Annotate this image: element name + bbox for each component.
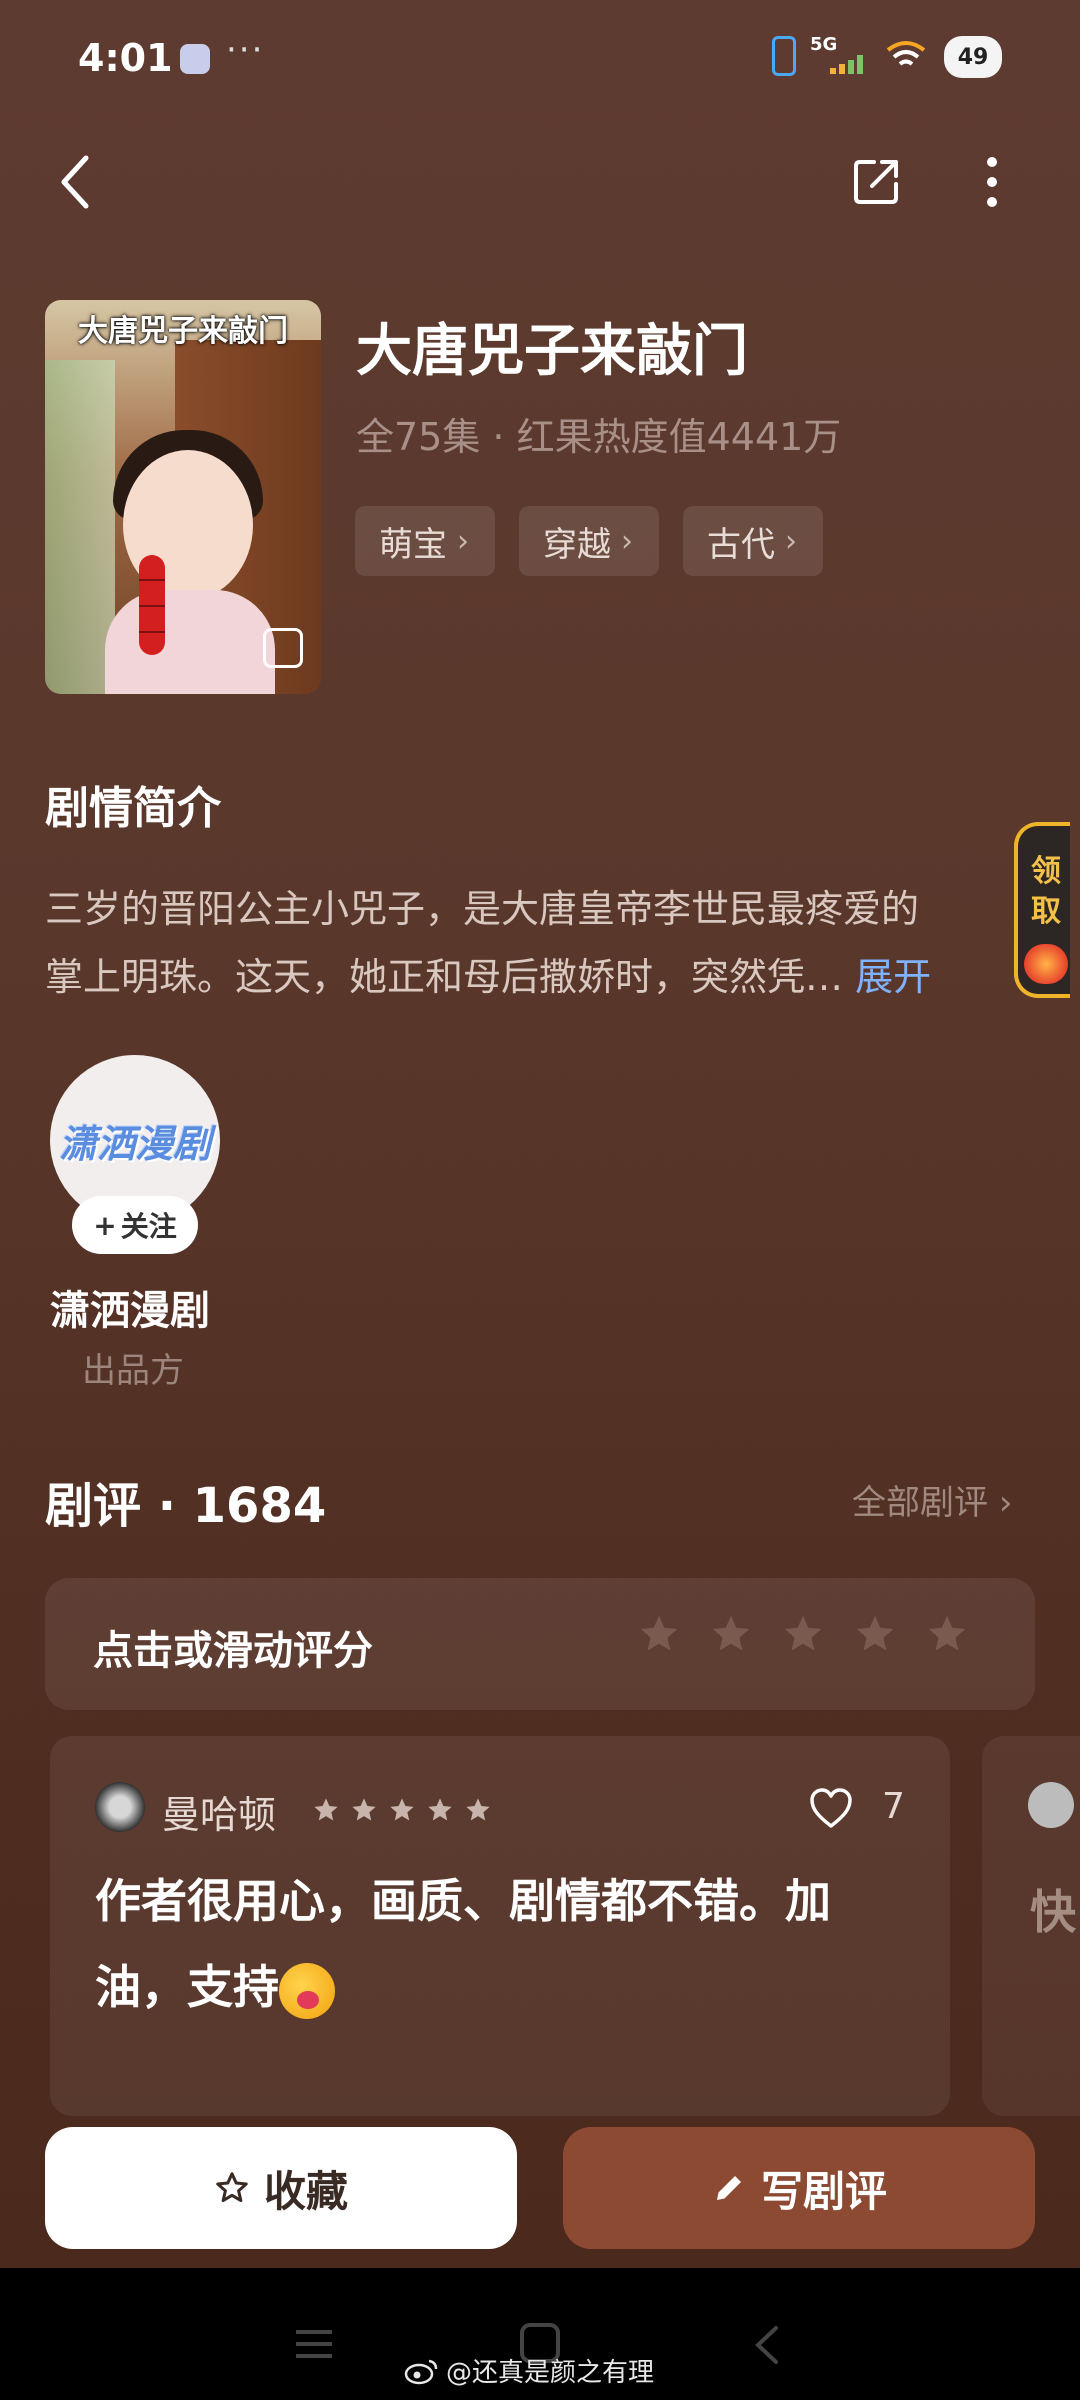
more-notifications-icon: ··· <box>226 30 265 70</box>
review-partial-text: 快 <box>1030 1885 1076 1939</box>
reviews-heading: 剧评 · 1684 <box>45 1478 327 1534</box>
drama-cover-image[interactable]: 大唐兕子来敲门 <box>45 300 321 694</box>
synopsis-text: 三岁的晋阳公主小兕子，是大唐皇帝李世民最疼爱的 掌上明珠。这天，她正和母后撒娇时… <box>45 875 1025 1011</box>
drama-title: 大唐兕子来敲门 <box>356 319 748 384</box>
synopsis-heading: 剧情简介 <box>45 783 221 834</box>
write-review-label: 写剧评 <box>760 2166 887 2216</box>
follow-label: 关注 <box>120 1210 177 1243</box>
reviewer-avatar[interactable] <box>95 1782 145 1832</box>
review-text: 作者很用心，画质、剧情都不错。加油，支持 <box>95 1874 831 2014</box>
all-reviews-label: 全部剧评 <box>852 1483 988 1523</box>
rating-prompt: 点击或滑动评分 <box>93 1628 373 1674</box>
review-stars <box>312 1796 492 1824</box>
producer-name[interactable]: 潇洒漫剧 <box>50 1278 210 1336</box>
chevron-right-icon: › <box>785 523 797 559</box>
share-icon[interactable] <box>852 156 902 206</box>
status-bar: 4:01 ··· 5G 49 <box>0 0 1080 120</box>
star-icon[interactable] <box>853 1612 897 1656</box>
follow-button[interactable]: + 关注 <box>72 1196 198 1254</box>
weibo-logo-icon <box>404 2359 438 2384</box>
review-card-next[interactable]: 快 <box>982 1736 1080 2116</box>
synopsis-line-1: 三岁的晋阳公主小兕子，是大唐皇帝李世民最疼爱的 <box>45 887 920 931</box>
synopsis-expand-link[interactable]: 展开 <box>855 955 931 999</box>
star-outline-icon <box>216 2172 248 2203</box>
cover-character-dress <box>105 590 275 694</box>
watermark: @还真是颜之有理 <box>404 2352 654 2389</box>
more-options-icon[interactable] <box>985 156 999 208</box>
favorite-button[interactable]: 收藏 <box>45 2127 517 2249</box>
rating-stars[interactable] <box>637 1612 969 1656</box>
all-reviews-link[interactable]: 全部剧评 › <box>852 1475 1012 1524</box>
app-notification-icon <box>180 44 210 74</box>
write-review-button[interactable]: 写剧评 <box>563 2127 1035 2249</box>
smiling-emoji-icon <box>279 1962 335 2019</box>
tag-label: 古代 <box>707 524 775 565</box>
drama-meta: 全75集 · 红果热度值4441万 <box>356 415 842 459</box>
synopsis-line-2: 掌上明珠。这天，她正和母后撒娇时，突然凭… 展开 <box>45 943 1025 1011</box>
tag-list: 萌宝 › 穿越 › 古代 › <box>355 506 823 576</box>
tag-gudai[interactable]: 古代 › <box>683 506 823 576</box>
back-arrow-icon[interactable] <box>56 152 96 212</box>
cover-title-text: 大唐兕子来敲门 <box>78 314 288 349</box>
wifi-icon <box>886 41 926 66</box>
tag-mengbao[interactable]: 萌宝 › <box>355 506 495 576</box>
signal-icon <box>830 55 863 74</box>
chevron-right-icon: › <box>457 523 469 559</box>
favorite-label: 收藏 <box>263 2166 348 2216</box>
pencil-icon <box>716 2176 741 2200</box>
producer-logo-text: 潇洒漫剧 <box>58 1121 211 1166</box>
reviewer-avatar[interactable] <box>1028 1782 1074 1828</box>
star-icon <box>466 1798 490 1821</box>
reviewer-name[interactable]: 曼哈顿 <box>162 1784 276 1839</box>
star-icon <box>390 1798 414 1821</box>
claim-reward-widget[interactable]: 领取 <box>1014 822 1070 998</box>
watermark-text: @还真是颜之有理 <box>446 2358 655 2388</box>
plus-icon: + <box>93 1208 117 1242</box>
producer-role: 出品方 <box>82 1351 184 1391</box>
synopsis-line-2-text: 掌上明珠。这天，她正和母后撒娇时，突然凭… <box>45 955 844 999</box>
chevron-right-icon: › <box>998 1483 1013 1523</box>
chevron-right-icon: › <box>621 523 633 559</box>
recent-apps-icon[interactable] <box>294 2326 334 2362</box>
heart-icon[interactable] <box>808 1786 854 1830</box>
cover-gallery-icon <box>263 628 303 668</box>
claim-label: 领取 <box>1031 854 1061 929</box>
star-icon[interactable] <box>781 1612 825 1656</box>
rating-box[interactable]: 点击或滑动评分 <box>45 1578 1035 1710</box>
star-icon <box>352 1798 376 1821</box>
star-icon[interactable] <box>925 1612 969 1656</box>
system-back-icon[interactable] <box>752 2324 782 2366</box>
tag-label: 萌宝 <box>379 524 447 565</box>
tag-label: 穿越 <box>543 524 611 565</box>
star-icon <box>314 1798 338 1821</box>
cover-tanghulu-decoration <box>139 555 165 655</box>
coin-icon <box>1024 944 1068 984</box>
review-like-count: 7 <box>882 1786 905 1827</box>
status-time: 4:01 <box>78 36 173 80</box>
phone-vibrate-icon <box>772 36 796 76</box>
star-icon[interactable] <box>709 1612 753 1656</box>
review-card[interactable]: 曼哈顿 7 作者很用心，画质、剧情都不错。加油，支持 <box>50 1736 950 2116</box>
tag-chuanyue[interactable]: 穿越 › <box>519 506 659 576</box>
battery-icon: 49 <box>944 36 1002 78</box>
star-icon <box>428 1798 452 1821</box>
review-body: 作者很用心，画质、剧情都不错。加油，支持 <box>95 1858 915 2030</box>
star-icon[interactable] <box>637 1612 681 1656</box>
